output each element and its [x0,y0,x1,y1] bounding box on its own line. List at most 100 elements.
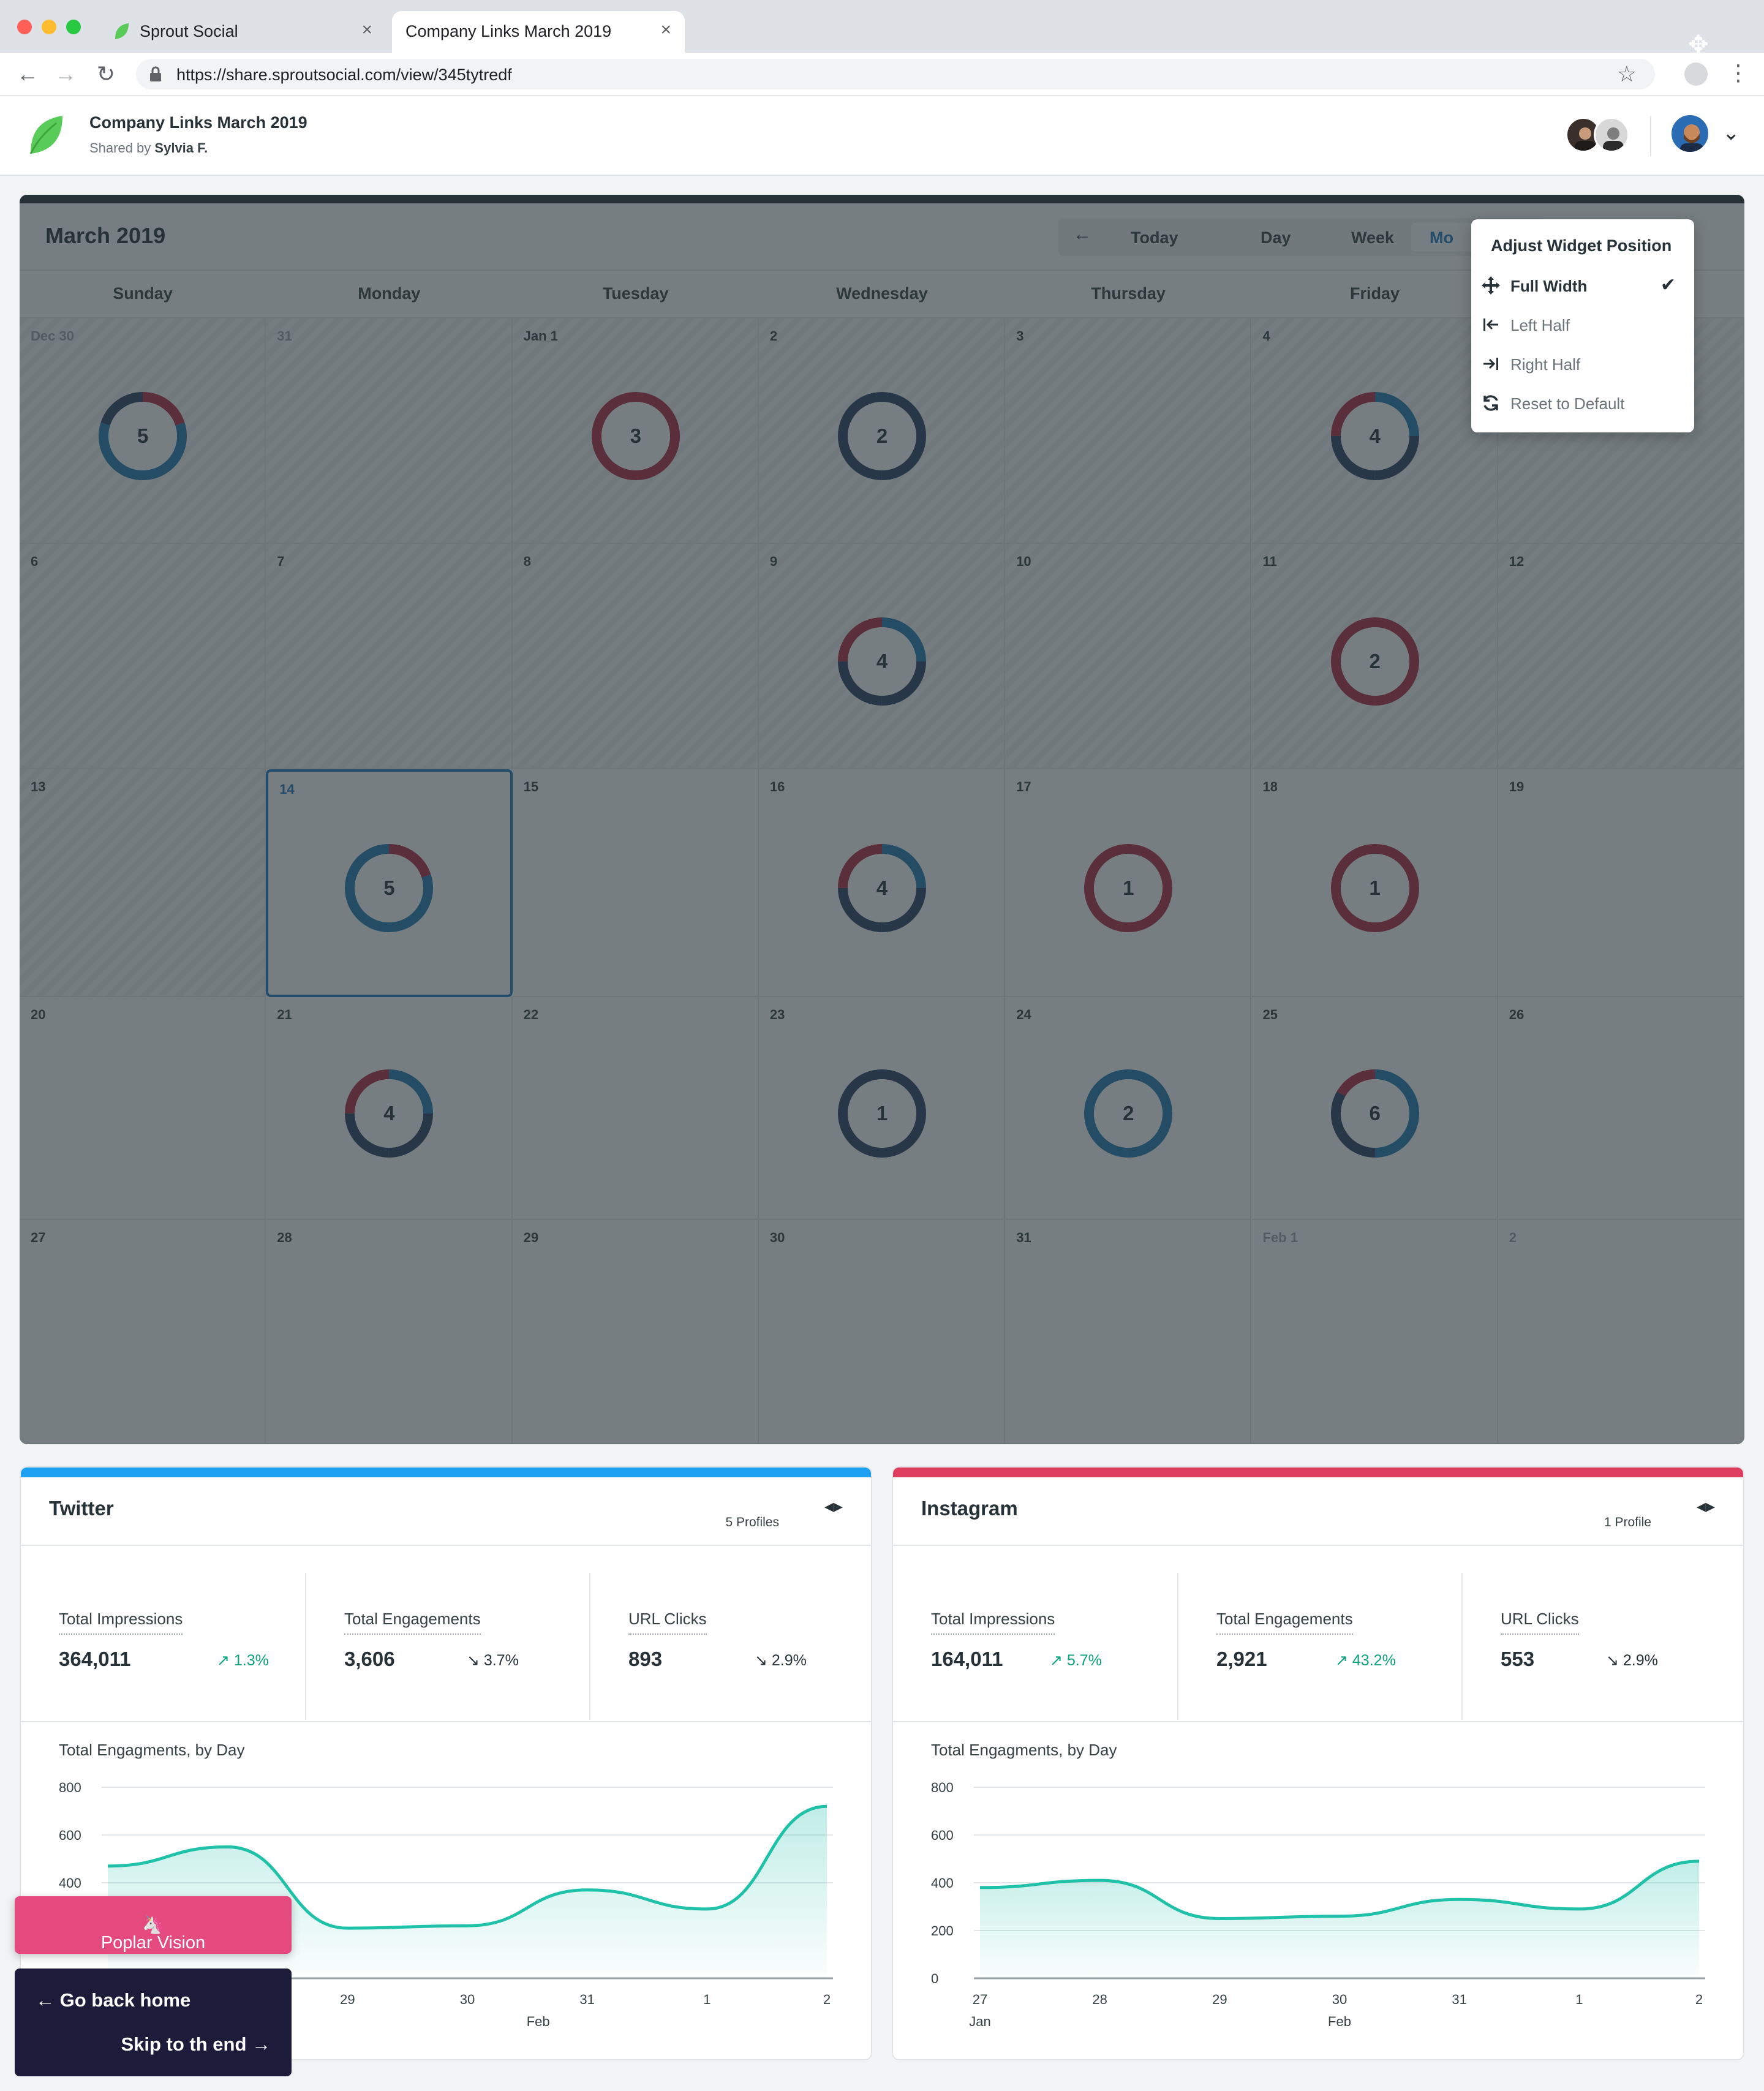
calendar-day-cell[interactable]: 12 [1498,544,1744,769]
close-tab-icon[interactable]: × [660,20,671,40]
date-number: 20 [31,1007,46,1022]
back-icon[interactable]: ← [13,60,42,88]
calendar-grid: Dec 3031Jan 1234567891011121314151617181… [20,318,1744,1444]
chart-title: Total Engagments, by Day [931,1741,1117,1759]
swap-position-icon[interactable]: ◂▸ [824,1496,843,1517]
post-count-donut[interactable]: 1 [834,1066,930,1161]
metric-label[interactable]: URL Clicks [1501,1610,1579,1635]
post-count: 4 [876,876,888,899]
post-count: 1 [876,1102,888,1125]
post-count-donut[interactable]: 2 [1327,614,1423,709]
account-menu-chevron-icon[interactable]: ⌄ [1722,121,1740,145]
today-button[interactable]: Today [1131,228,1178,247]
minimize-window-button[interactable] [42,20,56,34]
calendar-day-cell[interactable]: Feb 1 [1251,1220,1498,1444]
browser-profile-avatar[interactable] [1684,62,1708,86]
bookmark-star-icon[interactable]: ☆ [1617,61,1637,87]
metric-label[interactable]: Total Impressions [931,1610,1055,1635]
calendar-day-cell[interactable]: 10 [1005,544,1252,769]
forward-icon[interactable]: → [51,60,80,88]
date-number: 28 [277,1230,292,1245]
post-count-donut[interactable]: 1 [1327,840,1423,936]
post-count-donut[interactable]: 4 [834,840,930,936]
metric-total-impressions: Total Impressions 364,011 ↗ 1.3% [21,1573,304,1720]
calendar-day-cell[interactable]: 19 [1498,769,1744,997]
weekday-thursday: Thursday [1091,284,1166,303]
shared-by-prefix: Shared by [89,140,151,156]
metric-label[interactable]: URL Clicks [628,1610,707,1635]
date-number: 12 [1509,554,1525,569]
calendar-day-cell[interactable]: 28 [266,1220,513,1444]
close-window-button[interactable] [17,20,32,34]
calendar-day-cell[interactable]: 15 [512,769,759,997]
post-count-donut[interactable]: 2 [834,388,930,484]
close-tab-icon[interactable]: × [361,20,372,40]
calendar-day-cell[interactable]: 30 [758,1220,1006,1444]
metric-label[interactable]: Total Engagements [344,1610,481,1635]
post-count-donut[interactable]: 4 [834,614,930,709]
previous-arrow-icon[interactable]: ← [1073,224,1091,245]
post-count-donut[interactable]: 6 [1327,1066,1423,1161]
calendar-day-cell[interactable]: 26 [1498,997,1744,1220]
user-avatar[interactable] [1670,113,1710,154]
date-number: 22 [523,1007,539,1022]
date-number: 13 [31,779,46,794]
menu-item-right-half[interactable]: Right Half [1471,344,1694,383]
menu-item-reset-default[interactable]: Reset to Default [1471,383,1694,423]
maximize-window-button[interactable] [66,20,81,34]
post-count-donut[interactable]: 5 [95,388,190,484]
calendar-day-cell[interactable]: 8 [512,544,759,769]
chart-title: Total Engagments, by Day [59,1741,245,1759]
post-count: 4 [876,650,888,673]
post-count-donut[interactable]: 5 [341,840,437,936]
refresh-icon [1483,395,1498,411]
calendar-day-cell[interactable]: 2 [1498,1220,1744,1444]
viewer-avatar[interactable] [1594,117,1629,153]
tab-day[interactable]: Day [1261,228,1291,247]
calendar-day-cell[interactable]: 22 [512,997,759,1220]
browser-tab-company-links[interactable]: Company Links March 2019 × [392,11,685,53]
post-count-donut[interactable]: 1 [1080,840,1176,936]
post-count: 2 [1369,650,1381,673]
calendar-day-cell[interactable]: 13 [20,769,266,997]
calendar-day-cell[interactable]: 7 [266,544,513,769]
calendar-day-cell[interactable]: 31 [1005,1220,1252,1444]
go-back-home-link[interactable]: ← Go back home [36,1989,190,2011]
browser-menu-icon[interactable]: ⋮ [1727,60,1749,86]
calendar-day-cell[interactable]: 31 [266,318,513,544]
post-count: 1 [1123,876,1134,899]
menu-item-full-width[interactable]: Full Width ✔ [1471,266,1694,305]
calendar-day-cell[interactable]: 29 [512,1220,759,1444]
menu-item-left-half[interactable]: Left Half [1471,305,1694,344]
card-accent-bar [893,1467,1743,1477]
post-count-donut[interactable]: 2 [1080,1066,1176,1161]
metric-label[interactable]: Total Engagements [1216,1610,1353,1635]
swap-position-icon[interactable]: ◂▸ [1697,1496,1715,1517]
move-icon [1482,276,1500,295]
post-count-donut[interactable]: 4 [341,1066,437,1161]
widget-position-toggle-icon[interactable]: ✥ [1688,31,1709,59]
post-count-donut[interactable]: 3 [588,388,684,484]
url-text: https://share.sproutsocial.com/view/345t… [176,66,512,84]
date-number: 16 [769,779,785,794]
tab-week[interactable]: Week [1351,228,1394,247]
reload-icon[interactable]: ↻ [92,60,120,88]
metric-label[interactable]: Total Impressions [59,1610,183,1635]
y-tick-label: 600 [931,1828,954,1843]
date-number: 24 [1016,1007,1031,1022]
metric-change: ↘ 3.7% [467,1652,519,1669]
skip-to-end-link[interactable]: Skip to th end → [121,2033,271,2055]
skip-label: Skip to th end [121,2033,247,2055]
check-icon: ✔ [1660,275,1676,295]
poplar-vision-button[interactable]: 🦄 Poplar Vision [15,1896,292,1954]
calendar-day-cell[interactable]: 3 [1005,318,1252,544]
metric-value: 2,921 [1216,1648,1267,1670]
calendar-day-cell[interactable]: 27 [20,1220,266,1444]
tab-month[interactable]: Mo [1411,223,1479,251]
url-field[interactable]: https://share.sproutsocial.com/view/345t… [136,59,1655,89]
change-value: 1.3% [233,1652,269,1669]
calendar-day-cell[interactable]: 6 [20,544,266,769]
browser-tab-sprout-social[interactable]: Sprout Social × [104,11,386,53]
calendar-day-cell[interactable]: 20 [20,997,266,1220]
post-count-donut[interactable]: 4 [1327,388,1423,484]
